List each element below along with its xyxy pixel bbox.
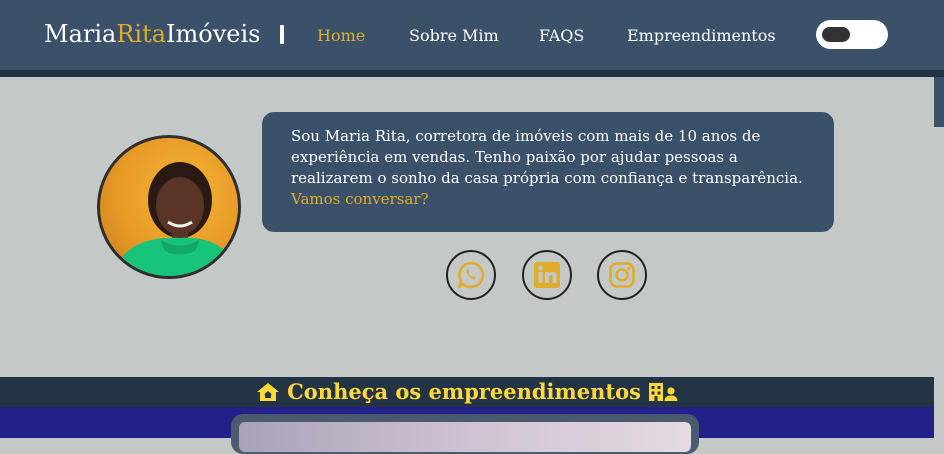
avatar-portrait [114, 162, 238, 276]
whatsapp-button[interactable] [446, 250, 496, 300]
empreendimento-card[interactable] [231, 414, 699, 454]
whatsapp-icon [457, 261, 485, 289]
brand-logo[interactable]: MariaRitaImóveis [44, 20, 261, 48]
home-icon [256, 383, 279, 401]
top-navbar: MariaRitaImóveis Home Sobre Mim FAQS Emp… [0, 0, 944, 77]
bio-text-block: Sou Maria Rita, corretora de imóveis com… [291, 126, 821, 210]
brand-first-name: Maria [44, 20, 117, 48]
section-title-text: Conheça os empreendimentos [287, 379, 641, 404]
linkedin-button[interactable] [522, 250, 572, 300]
linkedin-icon [534, 262, 560, 288]
avatar [97, 135, 241, 279]
nav-link-home[interactable]: Home [317, 26, 365, 45]
instagram-button[interactable] [597, 250, 647, 300]
instagram-icon [609, 262, 635, 288]
scrollbar-thumb[interactable] [934, 77, 944, 127]
section-title: Conheça os empreendimentos [0, 379, 934, 404]
brand-suffix: Imóveis [166, 20, 261, 48]
theme-toggle[interactable] [816, 20, 888, 49]
nav-link-sobre-mim[interactable]: Sobre Mim [409, 26, 499, 45]
brand-divider [280, 25, 284, 44]
brand-middle-name: Rita [116, 20, 167, 48]
building-user-icon [649, 383, 678, 401]
empreendimento-card-image [239, 422, 691, 452]
bio-text: Sou Maria Rita, corretora de imóveis com… [291, 127, 803, 187]
theme-toggle-knob [822, 27, 850, 42]
contact-cta-link[interactable]: Vamos conversar? [291, 190, 429, 208]
bio-speech-bubble: Sou Maria Rita, corretora de imóveis com… [262, 112, 834, 232]
nav-link-empreendimentos[interactable]: Empreendimentos [627, 26, 776, 45]
nav-link-faqs[interactable]: FAQS [539, 26, 584, 45]
